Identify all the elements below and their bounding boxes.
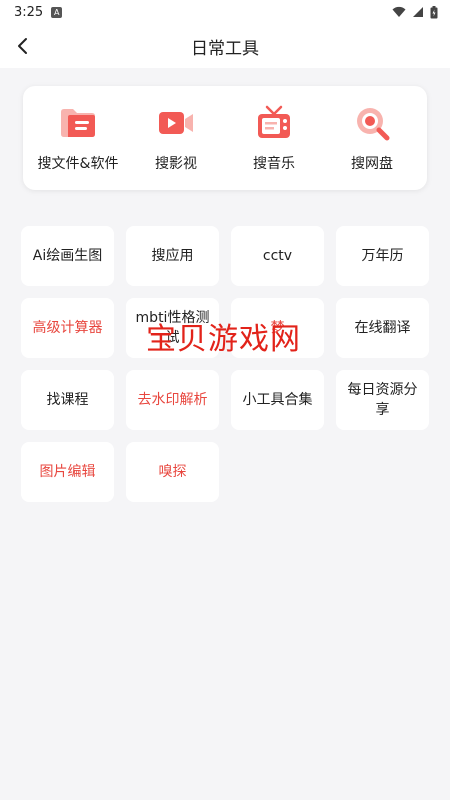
search-cloud-button[interactable]: 搜网盘 bbox=[327, 103, 417, 173]
tool-calculator[interactable]: 高级计算器 bbox=[21, 298, 114, 358]
page-title: 日常工具 bbox=[191, 38, 259, 59]
tool-courses[interactable]: 找课程 bbox=[21, 370, 114, 430]
search-files-button[interactable]: 搜文件&软件 bbox=[33, 103, 123, 173]
search-videos-label: 搜影视 bbox=[155, 156, 197, 172]
notification-icon: A bbox=[51, 6, 63, 18]
tool-sniffer[interactable]: 嗅探 bbox=[126, 442, 219, 502]
tool-search-apps[interactable]: 搜应用 bbox=[126, 226, 219, 286]
search-music-label: 搜音乐 bbox=[253, 156, 295, 172]
tool-daily-resources[interactable]: 每日资源分享 bbox=[336, 370, 429, 430]
tool-ai-drawing[interactable]: Ai绘画生图 bbox=[21, 226, 114, 286]
video-camera-icon bbox=[159, 112, 193, 134]
tool-translate[interactable]: 在线翻译 bbox=[336, 298, 429, 358]
tools-grid: Ai绘画生图 搜应用 cctv 万年历 高级计算器 mbti性格测试 梦 在线翻… bbox=[21, 226, 431, 502]
status-bar: 3:25 A bbox=[0, 0, 450, 24]
tool-cctv[interactable]: cctv bbox=[231, 226, 324, 286]
search-card: 搜文件&软件 搜影视 搜音乐 搜网盘 bbox=[23, 86, 427, 190]
tv-icon bbox=[258, 105, 290, 138]
app-header: 日常工具 bbox=[0, 24, 450, 68]
tool-dream[interactable]: 梦 bbox=[231, 298, 324, 358]
signal-icon bbox=[413, 7, 423, 17]
wifi-icon bbox=[392, 6, 406, 17]
search-files-label: 搜文件&软件 bbox=[37, 156, 119, 172]
tool-mini-tools[interactable]: 小工具合集 bbox=[231, 370, 324, 430]
battery-icon bbox=[430, 5, 438, 18]
status-time: 3:25 bbox=[14, 4, 44, 20]
status-right bbox=[392, 5, 438, 19]
search-videos-button[interactable]: 搜影视 bbox=[131, 103, 221, 173]
tool-image-editor[interactable]: 图片编辑 bbox=[21, 442, 114, 502]
search-cloud-label: 搜网盘 bbox=[351, 156, 393, 172]
tool-mbti-test[interactable]: mbti性格测试 bbox=[126, 298, 219, 358]
search-music-button[interactable]: 搜音乐 bbox=[229, 103, 319, 173]
back-button[interactable] bbox=[10, 33, 36, 59]
tool-watermark-remover[interactable]: 去水印解析 bbox=[126, 370, 219, 430]
folder-icon bbox=[61, 109, 95, 137]
chevron-left-icon bbox=[18, 38, 27, 54]
tool-calendar[interactable]: 万年历 bbox=[336, 226, 429, 286]
magnifier-icon bbox=[357, 108, 390, 141]
